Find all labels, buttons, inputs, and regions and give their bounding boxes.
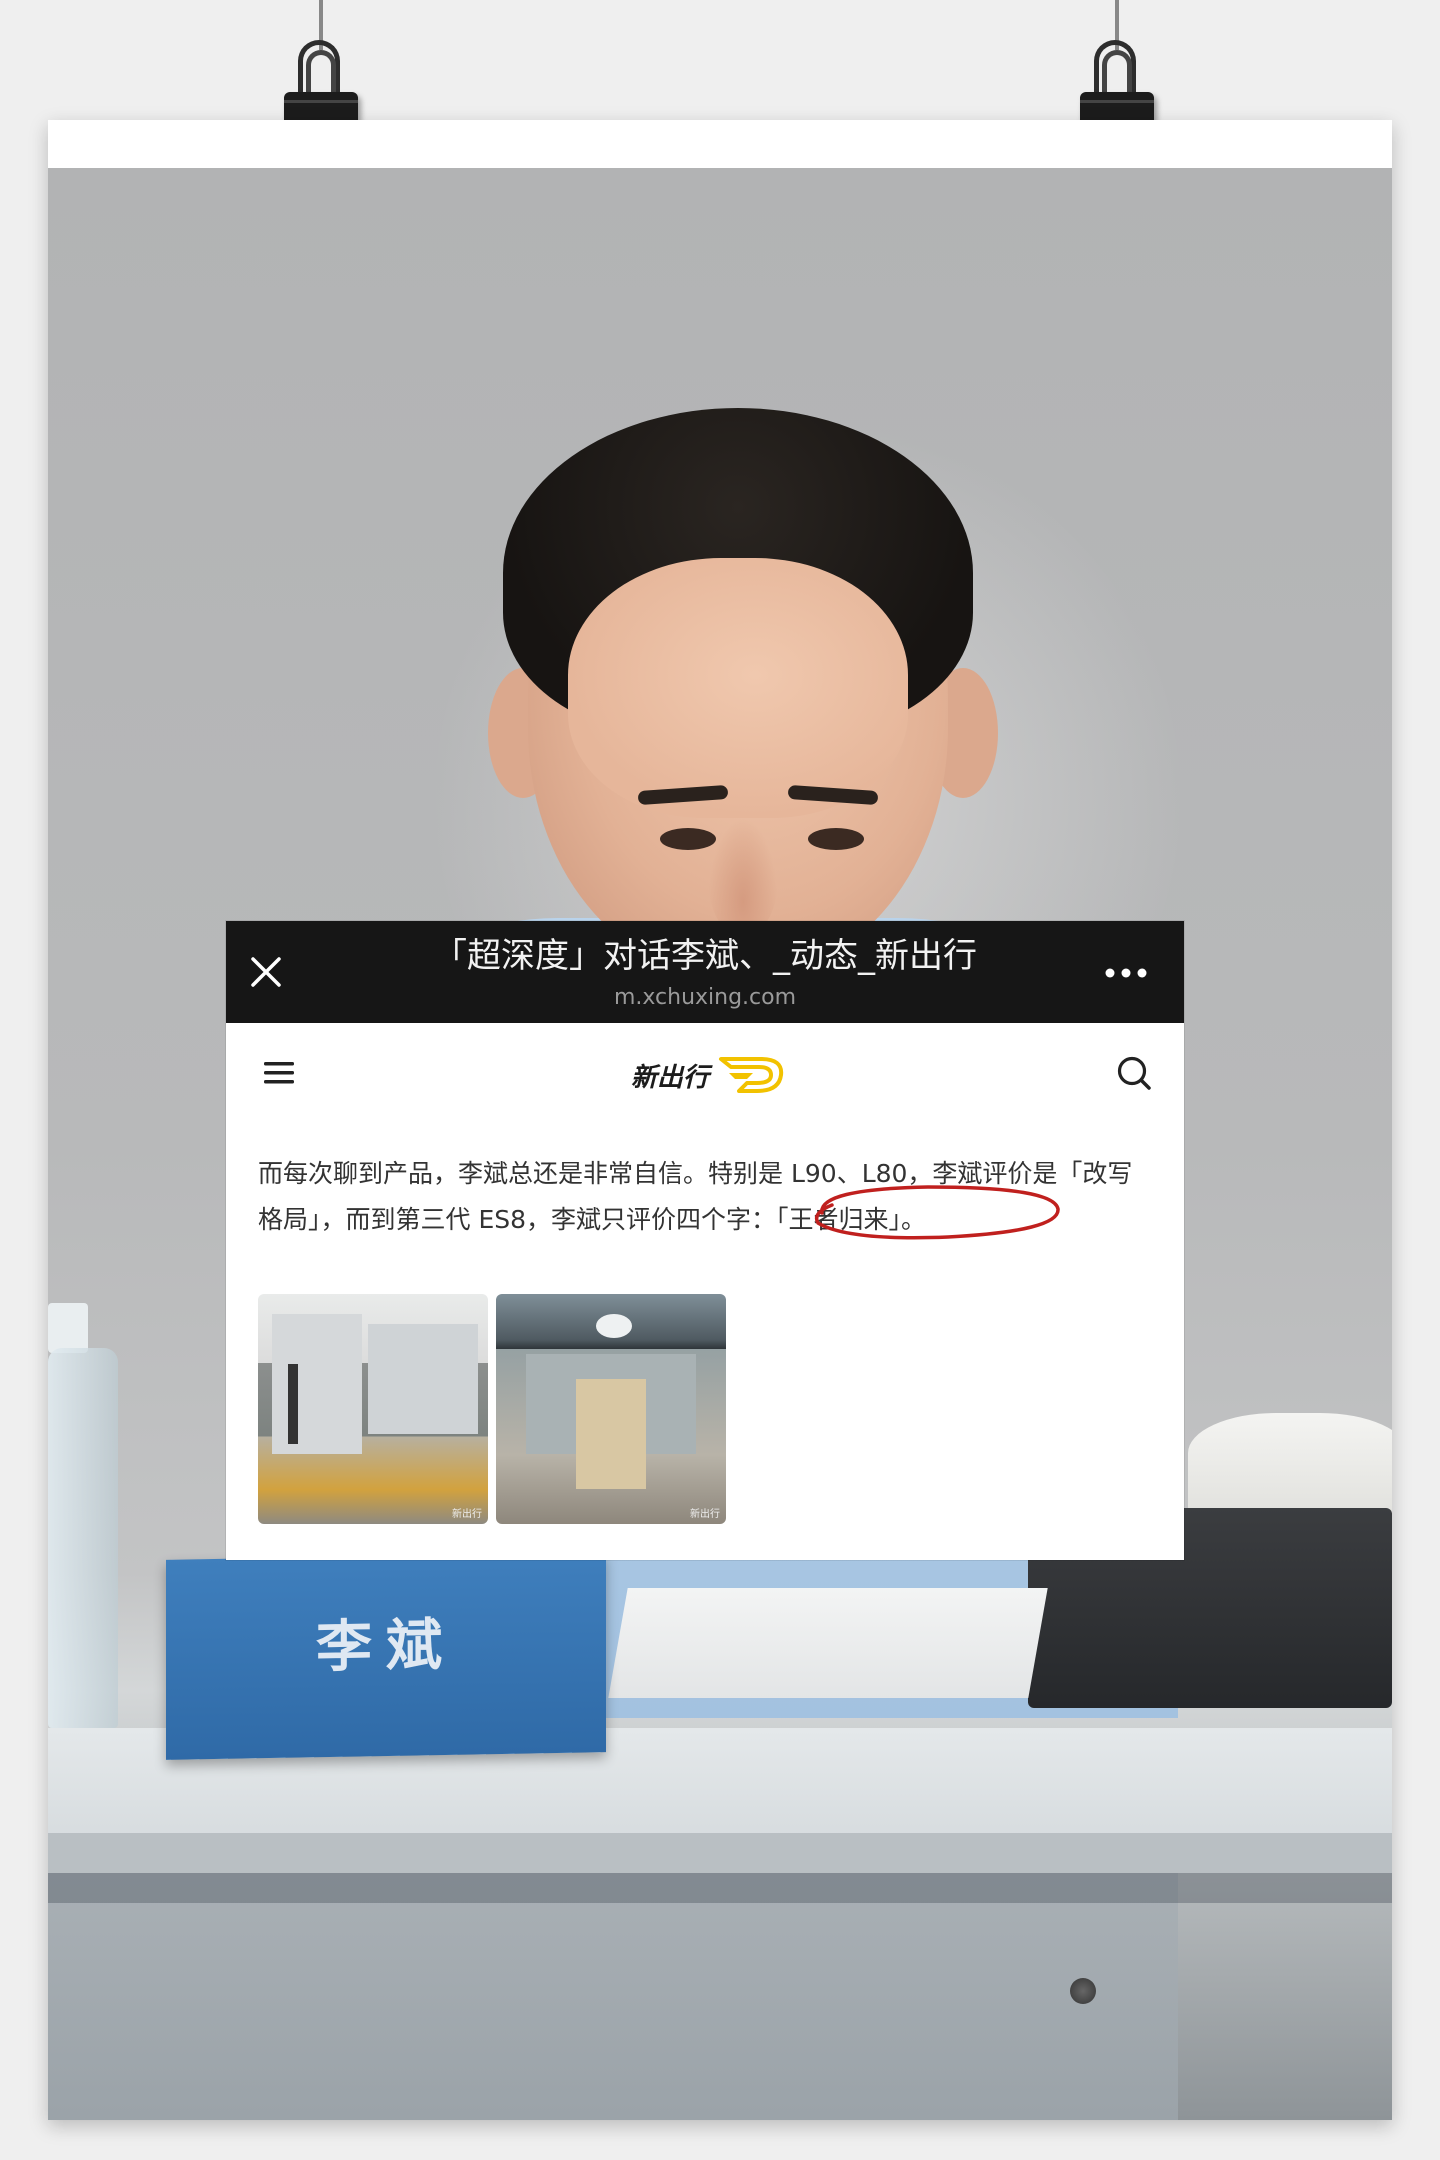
desk-drawer xyxy=(48,1873,1178,2120)
name-plate-text: 李斌 xyxy=(316,1612,456,1681)
menu-icon[interactable] xyxy=(262,1059,296,1087)
page-title: 「超深度」对话李斌、_动态_新出行 xyxy=(433,936,977,976)
red-highlight-ellipse xyxy=(814,1185,1060,1240)
image-watermark: 新出行 xyxy=(690,1509,720,1520)
wing-logo-icon xyxy=(719,1057,784,1093)
water-bottle xyxy=(48,1348,118,1728)
browser-title-bar: 「超深度」对话李斌、_动态_新出行 m.xchuxing.com xyxy=(226,921,1184,1023)
site-logo-text: 新出行 xyxy=(631,1063,710,1093)
page-url: m.xchuxing.com xyxy=(613,985,797,1010)
browser-screenshot: 「超深度」对话李斌、_动态_新出行 m.xchuxing.com 新出行 而每次… xyxy=(226,921,1184,1560)
close-icon[interactable] xyxy=(248,954,284,990)
image-watermark: 新出行 xyxy=(452,1509,482,1520)
article-image-2[interactable]: 新出行 xyxy=(496,1294,726,1524)
name-plate: 李斌 xyxy=(166,1552,606,1760)
desk-screw xyxy=(1070,1978,1096,2004)
site-navbar: 新出行 xyxy=(226,1023,1184,1123)
more-icon[interactable] xyxy=(1104,967,1148,979)
site-logo[interactable]: 新出行 xyxy=(631,1049,801,1099)
article-image-1[interactable]: 新出行 xyxy=(258,1294,488,1524)
desk-papers xyxy=(608,1588,1048,1698)
search-icon[interactable] xyxy=(1114,1053,1154,1093)
